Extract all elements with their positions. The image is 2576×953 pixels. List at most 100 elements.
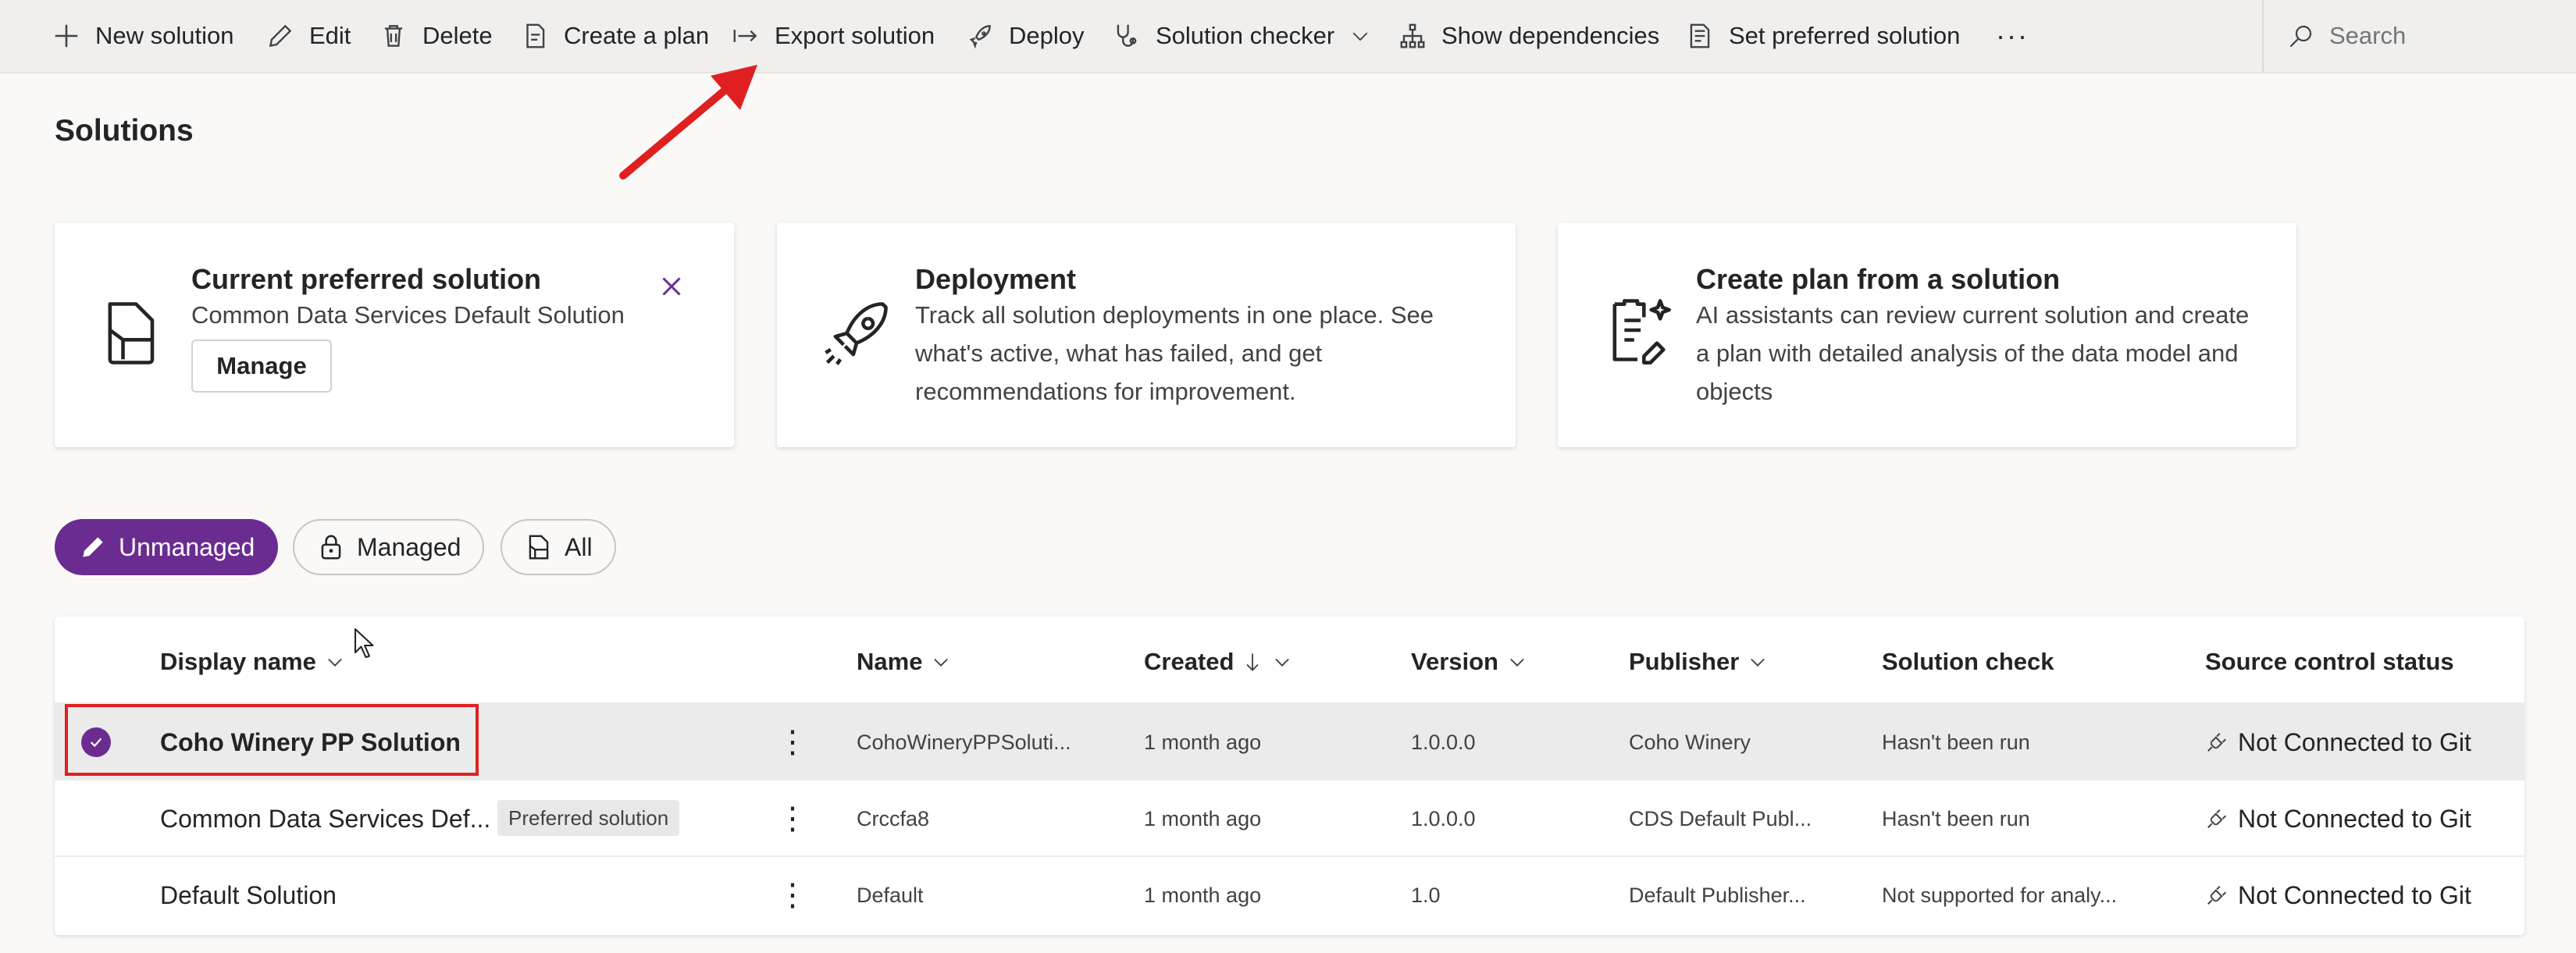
source-control-label: Not Connected to Git (2238, 727, 2471, 756)
delete-button[interactable]: Delete (379, 0, 493, 72)
lock-icon (321, 535, 341, 560)
table-row[interactable]: Common Data Services Def... Preferred so… (55, 779, 2524, 857)
edit-button[interactable]: Edit (265, 0, 351, 72)
preferred-icon (1690, 23, 1710, 48)
filter-managed-label: Managed (357, 532, 461, 561)
preferred-solution-badge: Preferred solution (497, 800, 680, 836)
create-plan-card: Create plan from a solution AI assistant… (1558, 222, 2296, 447)
version-cell: 1.0 (1411, 883, 1441, 907)
publisher-cell: Default Publisher... (1629, 883, 1806, 907)
plan-icon (526, 23, 545, 48)
filter-unmanaged[interactable]: Unmanaged (55, 519, 279, 575)
name-cell: Default (857, 883, 924, 907)
sort-down-arrow-icon (1246, 653, 1259, 671)
publisher-cell: Coho Winery (1629, 730, 1751, 754)
column-header-publisher[interactable]: Publisher (1629, 648, 1769, 676)
column-header-version[interactable]: Version (1411, 648, 1528, 676)
show-dependencies-label: Show dependencies (1441, 22, 1660, 49)
page-title: Solutions (55, 114, 194, 148)
export-solution-label: Export solution (775, 22, 935, 49)
column-header-name[interactable]: Name (857, 648, 952, 676)
row-more-icon[interactable]: ⋮ (777, 857, 808, 933)
card-text: Common Data Services Default Solution (191, 301, 625, 329)
table-row[interactable]: Coho Winery PP Solution ⋮ CohoWineryPPSo… (55, 702, 2524, 781)
version-cell: 1.0.0.0 (1411, 806, 1476, 830)
card-title: Current preferred solution (191, 263, 542, 295)
mouse-cursor-icon (354, 628, 374, 659)
solutions-table: Display name Name Created Version Publis… (55, 617, 2524, 935)
chevron-down-icon (934, 658, 949, 667)
pencil-icon (269, 24, 292, 48)
table-row[interactable]: Default Solution ⋮ Default 1 month ago 1… (55, 855, 2524, 933)
stethoscope-icon (1117, 24, 1137, 47)
preferred-solution-card: Current preferred solution Common Data S… (55, 222, 734, 447)
version-cell: 1.0.0.0 (1411, 730, 1476, 754)
solution-checker-label: Solution checker (1156, 22, 1335, 49)
column-header-solution-check[interactable]: Solution check (1882, 648, 2054, 676)
deployment-card: Deployment Track all solution deployment… (777, 222, 1516, 447)
display-name-link[interactable]: Default Solution (160, 857, 337, 933)
solution-checker-button[interactable]: Solution checker (1112, 0, 1372, 72)
filter-managed[interactable]: Managed (293, 519, 485, 575)
manage-button[interactable]: Manage (191, 340, 332, 393)
solution-doc-icon (108, 302, 155, 364)
column-header-created[interactable]: Created (1144, 648, 1293, 676)
more-commands-button[interactable]: ··· (1996, 0, 2029, 72)
solution-check-cell: Hasn't been run (1882, 806, 2030, 830)
column-header-source-control[interactable]: Source control status (2205, 648, 2454, 676)
close-icon[interactable] (657, 272, 686, 300)
trash-icon (384, 25, 403, 47)
plug-disconnected-icon (2207, 886, 2226, 905)
created-cell: 1 month ago (1144, 883, 1262, 907)
new-solution-label: New solution (95, 22, 234, 49)
search-box[interactable]: Search (2262, 0, 2576, 72)
card-text: AI assistants can review current solutio… (1696, 301, 2250, 405)
ai-plan-icon (1612, 299, 1671, 364)
set-preferred-solution-label: Set preferred solution (1729, 22, 1961, 49)
chevron-down-icon (1352, 32, 1368, 41)
name-cell: Crccfa8 (857, 806, 930, 830)
column-header-label: Created (1144, 648, 1235, 675)
row-more-icon[interactable]: ⋮ (777, 781, 808, 857)
edit-label: Edit (309, 22, 351, 49)
deploy-button[interactable]: Deploy (965, 0, 1085, 72)
publisher-cell: CDS Default Publ... (1629, 806, 1812, 830)
card-title: Deployment (915, 263, 1077, 295)
created-cell: 1 month ago (1144, 806, 1262, 830)
new-solution-button[interactable]: New solution (52, 0, 233, 72)
rocket-icon (969, 25, 991, 49)
search-icon (2289, 25, 2312, 48)
row-more-icon[interactable]: ⋮ (777, 704, 808, 781)
set-preferred-solution-button[interactable]: Set preferred solution (1685, 0, 1960, 72)
rocket-icon (825, 302, 888, 365)
chevron-down-icon (1275, 658, 1290, 667)
plus-icon (55, 24, 78, 48)
solution-check-cell: Hasn't been run (1882, 730, 2030, 754)
filter-all[interactable]: All (501, 519, 616, 575)
column-header-label: Publisher (1629, 648, 1740, 675)
show-dependencies-button[interactable]: Show dependencies (1398, 0, 1659, 72)
card-text: Track all solution deployments in one pl… (915, 301, 1434, 405)
column-header-label: Version (1411, 648, 1498, 675)
annotation-highlight-box (65, 704, 479, 776)
source-control-cell: Not Connected to Git (2205, 704, 2471, 781)
search-placeholder: Search (2329, 22, 2407, 49)
column-header-display-name[interactable]: Display name (160, 648, 346, 676)
created-cell: 1 month ago (1144, 730, 1262, 754)
create-plan-label: Create a plan (564, 22, 710, 49)
command-bar: New solution Edit Delete Create a plan E… (0, 0, 2576, 73)
chevron-down-icon (1751, 658, 1765, 667)
hierarchy-icon (1400, 23, 1425, 48)
source-control-label: Not Connected to Git (2238, 804, 2471, 833)
deploy-label: Deploy (1009, 22, 1085, 49)
filter-all-label: All (565, 532, 593, 561)
source-control-cell: Not Connected to Git (2205, 781, 2471, 857)
chevron-down-icon (328, 658, 342, 667)
solution-check-cell: Not supported for analy... (1882, 883, 2118, 907)
annotation-arrow (619, 65, 757, 180)
name-cell: CohoWineryPPSoluti... (857, 730, 1071, 754)
column-header-label: Display name (160, 648, 316, 675)
source-control-label: Not Connected to Git (2238, 880, 2471, 909)
filter-unmanaged-label: Unmanaged (119, 532, 255, 561)
display-name-link[interactable]: Common Data Services Def... (160, 781, 490, 857)
